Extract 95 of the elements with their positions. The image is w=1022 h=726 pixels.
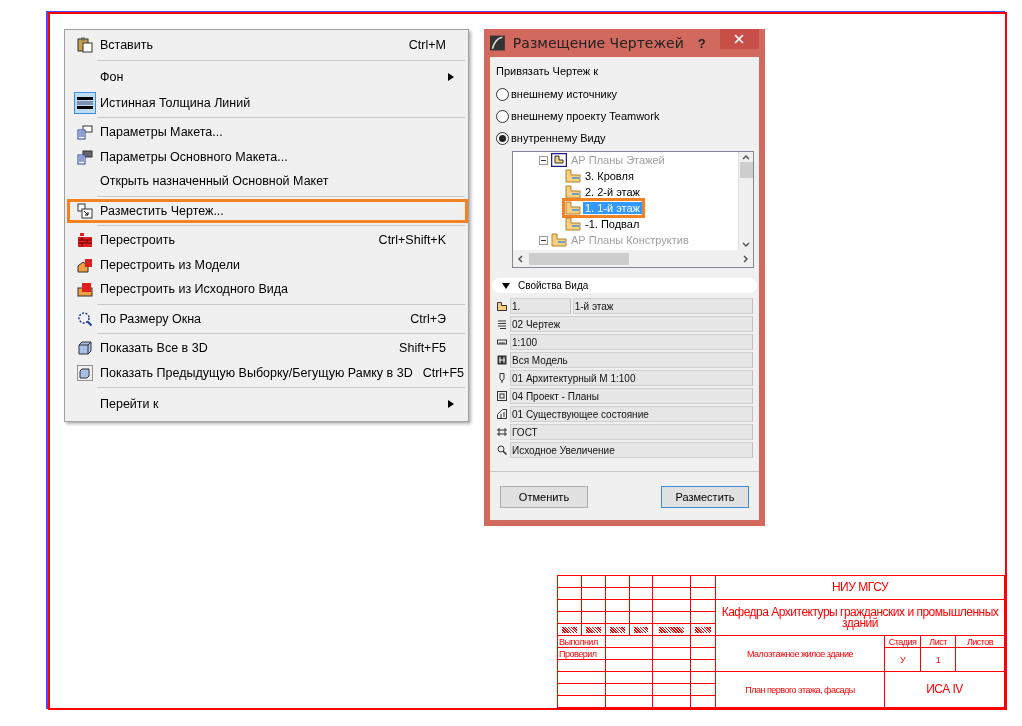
story-folder-icon [565,201,581,215]
help-button[interactable]: ? [691,35,712,51]
hatched-cell [562,626,577,633]
property-field[interactable]: ГОСТ [510,424,753,440]
radio-button[interactable] [496,109,509,123]
property-field[interactable]: Исходное Увеличение [510,442,753,458]
signature-label: Выполнил [557,635,606,648]
layout-settings-icon [77,148,93,165]
scroll-thumb[interactable] [739,162,753,178]
department-name: Кафедра Архитектуры гражданских и промышленных зданий [721,604,999,630]
radio-label[interactable]: внешнему проекту Teamwork [511,110,660,122]
menu-item[interactable]: Открыть назначенный Основной Макет [67,169,465,194]
square-icon [497,391,507,401]
folder-icon [497,301,507,311]
menu-item[interactable]: Вставить Ctrl+M [67,33,465,58]
scroll-up-icon[interactable] [742,152,750,162]
cube-icon [77,340,93,357]
story-folder-icon [565,217,581,231]
story-folder-icon [565,169,581,183]
properties-header[interactable]: Свойства Вида [492,278,757,293]
hatched-cell [610,626,625,633]
brick-wall-icon [77,232,93,249]
column-header: Лист [920,635,956,648]
menu-item[interactable]: По Размеру Окна Ctrl+Э [67,306,465,331]
menu-item[interactable]: Перестроить из Исходного Вида [67,277,465,302]
menu-item[interactable]: Перестроить из Модели [67,252,465,277]
cube-selection-icon [77,364,93,381]
building-icon [497,409,507,419]
disclosure-triangle-icon [502,282,510,289]
scroll-left-icon[interactable] [517,253,525,264]
radio-label[interactable]: внутреннему Виду [511,132,606,144]
hatched-cell [634,626,648,633]
radio-button[interactable] [496,87,509,101]
submenu-arrow-icon [448,400,454,408]
place-drawing-icon [77,202,93,219]
horizontal-scrollbar[interactable] [513,250,753,267]
search-icon [497,445,507,455]
property-field[interactable]: Вся Модель [510,352,753,368]
hatched-cell [586,626,601,633]
menu-item[interactable]: Параметры Макета... [67,120,465,145]
menu-item[interactable]: Параметры Основного Макета... [67,144,465,169]
stage-value: У [884,647,921,672]
scroll-right-icon[interactable] [741,253,749,264]
sheet-title: План первого этажа, фасады [745,684,855,695]
default-button[interactable]: Разместить [661,486,749,508]
property-field[interactable]: 1. [510,298,571,314]
property-field[interactable]: 01 Существующее состояние [510,406,753,422]
story-folder-icon [565,185,581,199]
drawing-code: ИСА IV [926,682,963,696]
layers-icon [497,319,507,329]
university-name: НИУ МГСУ [831,580,889,594]
property-field[interactable]: 04 Проект - Планы [510,388,753,404]
hatched-cell [659,626,684,633]
collapse-icon[interactable] [539,235,548,245]
collapse-icon[interactable] [539,155,548,165]
property-field[interactable]: 01 Архитектурный М 1:100 [510,370,753,386]
submenu-arrow-icon [448,72,454,81]
dialog-title: Размещение Чертежей [512,35,684,51]
vertical-scrollbar[interactable] [738,152,753,250]
folder-bricks-icon [77,281,93,298]
highlighted-menu-item[interactable]: Разместить Чертеж... [67,198,468,223]
column-header: Листов [955,635,1005,648]
scroll-down-icon[interactable] [742,240,750,250]
menu-item[interactable]: Перейти к [67,390,465,418]
pen-icon [497,373,507,383]
bind-label: Привязать Чертеж к [496,65,600,79]
scroll-thumb[interactable] [529,252,629,265]
hatched-cell [695,626,711,633]
line-weight-toggle[interactable] [74,91,96,114]
story-folder-icon [551,233,567,247]
sheet-number: 1 [920,647,956,672]
house-bricks-icon [77,256,93,273]
app-logo-icon [490,34,505,52]
grid-icon [497,355,507,365]
project-name: Малоэтажное жилое здание [747,648,853,659]
property-field[interactable]: 1:100 [510,334,753,350]
dimension-icon [497,427,507,437]
menu-item[interactable]: Фон [67,62,465,91]
menu-item[interactable]: Показать Все в 3D Shift+F5 [67,336,465,361]
radio-button[interactable] [496,131,509,145]
dialog-button[interactable]: Отменить [500,486,588,508]
ruler-icon [497,337,507,347]
property-field[interactable]: 02 Чертеж [510,316,753,332]
clipboard-icon [77,37,93,54]
layout-settings-icon [77,124,93,141]
menu-item[interactable]: Показать Предыдущую Выборку/Бегущую Рамку в 3D Ctrl+F5 [67,360,465,385]
properties-title: Свойства Вида [518,280,589,291]
property-field[interactable]: 1-й этаж [572,298,753,314]
menu-item[interactable]: Истинная Толщина Линий [67,90,465,115]
radio-label[interactable]: внешнему источнику [511,88,618,100]
signature-label: Проверил [557,647,606,660]
column-header: Стадия [884,635,921,648]
close-button[interactable] [719,29,759,49]
menu-item[interactable]: Перестроить Ctrl+Shift+K [67,228,465,253]
zoom-fit-icon [77,310,93,327]
